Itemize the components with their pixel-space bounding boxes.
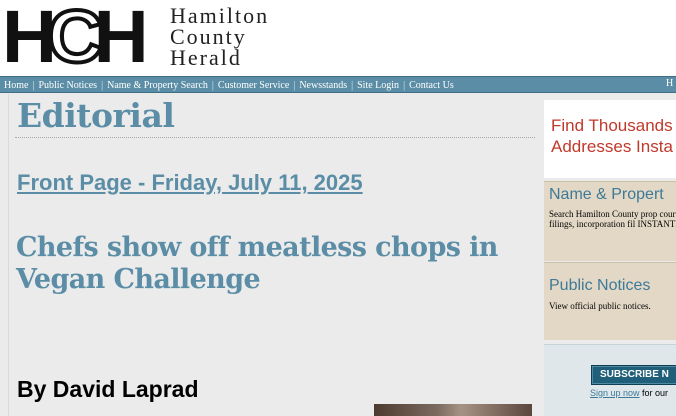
ad-line-2: Addresses Insta — [551, 137, 673, 156]
nav-public-notices-link[interactable]: Public Notices — [38, 80, 97, 91]
nav-right-link-fragment[interactable]: H — [666, 78, 673, 89]
public-notices-description: View official public notices. — [549, 301, 651, 311]
signup-line: Sign up now for our — [590, 388, 668, 398]
logo-letter-c: C — [46, 0, 105, 78]
nav-separator: | — [293, 80, 296, 91]
nav-separator: | — [32, 80, 35, 91]
logo-letter-h1: H — [2, 0, 57, 78]
main-content: Editorial Front Page - Friday, July 11, … — [0, 94, 540, 416]
nav-customer-service-link[interactable]: Customer Service — [218, 80, 289, 91]
article-photo — [374, 404, 532, 416]
nav-site-login-link[interactable]: Site Login — [357, 80, 399, 91]
logo-line-herald: Herald — [170, 45, 242, 70]
title-divider — [15, 137, 535, 138]
public-notices-box[interactable]: Public Notices View official public noti… — [544, 262, 676, 340]
logo-line-county: County — [170, 24, 247, 49]
site-header: HCH Hamilton County Herald — [0, 0, 676, 76]
nav-name-property-search-link[interactable]: Name & Property Search — [107, 80, 208, 91]
nav-separator: | — [211, 80, 214, 91]
article-headline: Chefs show off meatless chops in Vegan C… — [16, 232, 498, 295]
front-page-date-link[interactable]: Front Page - Friday, July 11, 2025 — [17, 170, 363, 196]
name-property-search-description: Search Hamilton County prop court filing… — [549, 209, 676, 229]
ad-line-1: Find Thousands — [551, 116, 673, 135]
right-sidebar: Find Thousands Addresses Insta Name & Pr… — [540, 94, 676, 416]
article-byline: By David Laprad — [17, 376, 199, 402]
section-title: Editorial — [17, 96, 175, 135]
nav-newsstands-link[interactable]: Newsstands — [299, 80, 347, 91]
logo-mark[interactable]: HCH — [2, 0, 149, 76]
nav-contact-us-link[interactable]: Contact Us — [409, 80, 454, 91]
find-addresses-ad-text: Find Thousands Addresses Insta — [551, 115, 673, 157]
subscribe-button[interactable]: SUBSCRIBE N — [591, 365, 676, 385]
logo-letter-h2: H — [93, 0, 149, 78]
nav-separator: | — [403, 80, 406, 91]
nav-links: Home | Public Notices | Name & Property … — [4, 78, 454, 93]
signup-link[interactable]: Sign up now — [590, 388, 640, 398]
public-notices-title[interactable]: Public Notices — [549, 277, 650, 295]
name-property-search-title[interactable]: Name & Propert — [549, 186, 664, 204]
nav-separator: | — [351, 80, 354, 91]
signup-rest-text: for our — [639, 388, 669, 398]
main-nav-bar: Home | Public Notices | Name & Property … — [0, 76, 676, 93]
logo-line-hamilton: Hamilton — [170, 3, 270, 28]
nav-separator: | — [101, 80, 104, 91]
find-addresses-ad[interactable]: Find Thousands Addresses Insta — [544, 100, 676, 178]
subscribe-area: SUBSCRIBE N Sign up now for our — [544, 344, 676, 416]
name-property-search-box[interactable]: Name & Propert Search Hamilton County pr… — [544, 181, 676, 261]
logo-wordmark[interactable]: Hamilton County Herald — [170, 3, 270, 70]
content-left-border — [8, 94, 9, 416]
nav-home-link[interactable]: Home — [4, 80, 28, 91]
